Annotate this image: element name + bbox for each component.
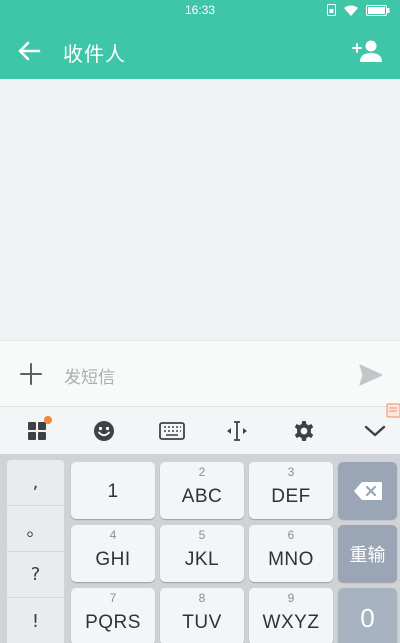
key-label: ABC: [181, 486, 223, 507]
screen: 16:33 收件人 发短信 , 。 ? ! 1 2 ABC 3 DEF 4 GH…: [0, 0, 400, 643]
backspace-icon: [353, 481, 382, 500]
punct-key[interactable]: 。: [7, 506, 64, 552]
status-bar: 16:33: [0, 0, 400, 22]
emoji-button[interactable]: [91, 419, 117, 443]
app-bar: 收件人: [0, 22, 400, 79]
key-number: 2: [198, 465, 206, 479]
add-contact-button[interactable]: [352, 37, 382, 65]
key-5[interactable]: 5 JKL: [160, 525, 244, 582]
page-title: 收件人: [63, 42, 126, 66]
punctuation-column: , 。 ? !: [7, 460, 64, 643]
key-label: DEF: [271, 486, 311, 507]
notification-dot: [44, 416, 52, 424]
t9-keyboard: , 。 ? ! 1 2 ABC 3 DEF 4 GHI 5 JKL 6 MNO …: [0, 454, 400, 643]
keyboard-toolbar: [0, 403, 400, 454]
key-label: JKL: [184, 549, 220, 570]
recipient-list-area: [0, 79, 400, 340]
key-label: WXYZ: [262, 612, 320, 633]
key-7[interactable]: 7 PQRS: [71, 588, 155, 643]
collapse-keyboard-button[interactable]: [362, 419, 388, 443]
key-number: 7: [109, 591, 117, 605]
key-number: 6: [287, 528, 295, 542]
wifi-icon: [344, 5, 358, 16]
keyboard-icon: [159, 422, 185, 440]
reset-button[interactable]: 重输: [338, 525, 397, 582]
punct-key[interactable]: ,: [7, 460, 64, 506]
key-number: 5: [198, 528, 206, 542]
key-8[interactable]: 8 TUV: [160, 588, 244, 643]
send-icon: [359, 364, 383, 386]
key-label: 1: [107, 481, 119, 502]
punct-key[interactable]: ?: [7, 552, 64, 598]
key-label: GHI: [95, 549, 131, 570]
send-button[interactable]: [358, 363, 384, 387]
key-number: 4: [109, 528, 117, 542]
keyboard-switch-button[interactable]: [157, 419, 187, 443]
chevron-down-icon: [364, 425, 386, 437]
settings-button[interactable]: [291, 419, 317, 443]
key-number: 8: [198, 591, 206, 605]
punct-key[interactable]: !: [7, 598, 64, 643]
plus-icon: [20, 363, 42, 385]
key-1[interactable]: 1: [71, 462, 155, 519]
sim-icon: [327, 4, 336, 16]
key-6[interactable]: 6 MNO: [249, 525, 333, 582]
smiley-icon: [94, 421, 114, 441]
message-input[interactable]: 发短信: [64, 363, 115, 388]
key-label: TUV: [182, 612, 222, 633]
key-0[interactable]: 0: [338, 588, 397, 643]
grid-apps-icon: [28, 422, 46, 440]
attach-button[interactable]: [18, 361, 44, 387]
skin-tag-icon[interactable]: [386, 403, 400, 421]
status-icons: [327, 4, 390, 16]
gear-icon: [294, 421, 314, 441]
key-label: PQRS: [85, 612, 141, 633]
key-number: 3: [287, 465, 295, 479]
backspace-button[interactable]: [338, 462, 397, 519]
key-9[interactable]: 9 WXYZ: [249, 588, 333, 643]
key-3[interactable]: 3 DEF: [249, 462, 333, 519]
cursor-button[interactable]: [224, 419, 250, 443]
back-button[interactable]: [14, 36, 44, 66]
key-label: MNO: [268, 549, 314, 570]
text-cursor-icon: [227, 421, 247, 441]
key-4[interactable]: 4 GHI: [71, 525, 155, 582]
add-person-icon: [352, 40, 382, 62]
key-number: 9: [287, 591, 295, 605]
key-2[interactable]: 2 ABC: [160, 462, 244, 519]
compose-bar: 发短信: [0, 340, 400, 406]
arrow-left-icon: [18, 41, 41, 61]
battery-icon: [366, 4, 390, 16]
